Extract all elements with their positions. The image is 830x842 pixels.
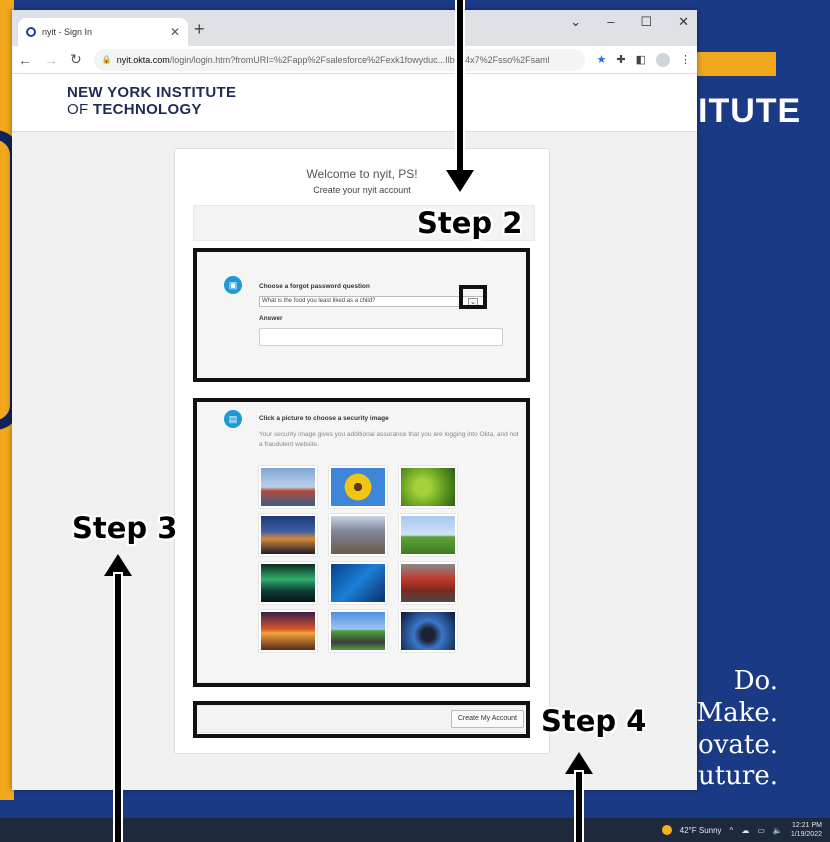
network-icon[interactable]: ▭ (757, 826, 765, 835)
step2-arrow-down-icon (446, 170, 474, 192)
logo-line-1: NEW YORK INSTITUTE (67, 84, 237, 101)
step3-arrow-up-icon (104, 554, 132, 576)
clock[interactable]: 12:21 PM 1/19/2022 (791, 821, 822, 839)
slogan-line-1: Do. (733, 666, 778, 696)
reload-icon[interactable]: ↻ (70, 51, 82, 68)
tab-search-chevron-icon[interactable]: ⌄ (570, 14, 581, 30)
clock-time: 12:21 PM (792, 822, 822, 829)
weather-text[interactable]: 42°F Sunny (680, 826, 722, 835)
logo-line-2-main: TECHNOLOGY (92, 101, 202, 118)
logo-line-2: OF TECHNOLOGY (67, 101, 236, 118)
window-controls: ⌄ – ☐ ✕ (570, 14, 689, 30)
lock-icon[interactable]: 🔒 (102, 55, 112, 64)
profile-avatar-icon[interactable] (656, 52, 670, 67)
nyit-logo: NEW YORK INSTITUTE OF TECHNOLOGY (67, 84, 236, 118)
slogan-line-3: ovate. (698, 730, 778, 760)
step4-highlight-box (193, 701, 530, 738)
step3-highlight-box (193, 398, 530, 687)
step4-arrow-up-icon (565, 752, 593, 774)
side-panel-icon[interactable]: ◧ (636, 53, 646, 66)
step2-highlight-box (193, 248, 530, 382)
toolbar-icons: ★ ✚ ◧ ⋮ (597, 52, 691, 67)
chevron-up-icon[interactable]: ^ (730, 826, 734, 835)
step3-label: Step 3 (72, 511, 178, 545)
new-tab-plus-icon[interactable]: + (194, 19, 205, 40)
step4-arrow-shaft (576, 772, 582, 842)
close-window-icon[interactable]: ✕ (678, 14, 689, 30)
weather-sun-icon[interactable] (661, 825, 672, 835)
clock-date: 1/19/2022 (790, 831, 822, 838)
subtitle: Create your nyit account (313, 185, 411, 195)
address-bar[interactable]: 🔒 nyit.okta.com /login/login.htm?fromURI… (93, 48, 585, 71)
logo-line-2-prefix: OF (67, 101, 93, 118)
okta-favicon-icon (26, 27, 36, 37)
onedrive-cloud-icon[interactable]: ☁ (741, 826, 749, 835)
tab-title: nyit - Sign In (42, 27, 93, 37)
step2-label: Step 2 (417, 206, 523, 240)
back-arrow-icon[interactable]: ← (18, 52, 32, 68)
forward-arrow-icon[interactable]: → (44, 52, 58, 68)
wallpaper-gold-band (696, 52, 776, 76)
step4-label: Step 4 (541, 704, 647, 738)
step3-arrow-shaft (115, 574, 121, 842)
tab-close-icon[interactable]: ✕ (170, 25, 180, 39)
browser-toolbar: ← → ↻ 🔒 nyit.okta.com /login/login.htm?f… (12, 46, 697, 74)
extensions-puzzle-icon[interactable]: ✚ (616, 53, 625, 66)
menu-kebab-icon[interactable]: ⋮ (680, 53, 691, 66)
maximize-icon[interactable]: ☐ (640, 14, 652, 30)
url-path: /login/login.htm?fromURI=%2Fapp%2Fsalesf… (169, 54, 550, 65)
url-host: nyit.okta.com (116, 54, 170, 65)
tab-nyit-sign-in[interactable]: nyit - Sign In ✕ (18, 18, 188, 46)
slogan-line-2: Make. (696, 698, 778, 728)
slogan-line-4: uture. (697, 761, 778, 791)
minimize-icon[interactable]: – (607, 14, 614, 30)
wallpaper-brand-word: ITUTE (698, 92, 802, 130)
volume-icon[interactable]: 🔈 (773, 826, 783, 835)
bookmark-star-icon[interactable]: ★ (597, 53, 607, 66)
step2-arrow-shaft (457, 0, 463, 172)
site-header: NEW YORK INSTITUTE OF TECHNOLOGY (12, 74, 697, 132)
welcome-heading: Welcome to nyit, PS! (306, 167, 418, 181)
dropdown-highlight-box (459, 285, 487, 309)
tab-strip: nyit - Sign In ✕ + ⌄ – ☐ ✕ (12, 10, 697, 46)
system-tray: 42°F Sunny ^ ☁ ▭ 🔈 12:21 PM 1/19/2022 (661, 821, 822, 839)
taskbar: 42°F Sunny ^ ☁ ▭ 🔈 12:21 PM 1/19/2022 (0, 818, 830, 842)
